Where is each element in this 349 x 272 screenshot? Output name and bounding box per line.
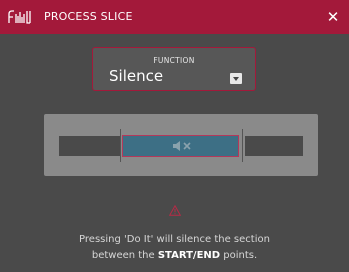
function-label: FUNCTION xyxy=(153,56,195,65)
warning-icon xyxy=(169,205,181,216)
close-icon[interactable]: ✕ xyxy=(321,0,345,34)
selected-region[interactable] xyxy=(122,135,239,157)
description-text-end: points. xyxy=(220,250,258,261)
page-title: PROCESS SLICE xyxy=(44,10,133,23)
slice-region-left xyxy=(59,136,120,156)
description-text: between the xyxy=(91,250,158,261)
akai-logo-icon xyxy=(8,10,31,24)
dropdown-icon[interactable] xyxy=(230,73,242,84)
description-line-1: Pressing 'Do It' will silence the sectio… xyxy=(79,234,270,245)
function-selector[interactable]: FUNCTION Silence xyxy=(92,47,256,91)
end-marker[interactable] xyxy=(242,129,243,162)
waveform-panel xyxy=(44,114,318,176)
start-marker[interactable] xyxy=(120,129,121,162)
description-line-2: between the START/END points. xyxy=(0,250,349,261)
function-value: Silence xyxy=(109,67,164,85)
slice-region-right xyxy=(245,136,303,156)
start-end-label: START/END xyxy=(157,250,221,261)
title-bar: PROCESS SLICE ✕ xyxy=(0,0,349,34)
mute-icon xyxy=(173,141,191,151)
